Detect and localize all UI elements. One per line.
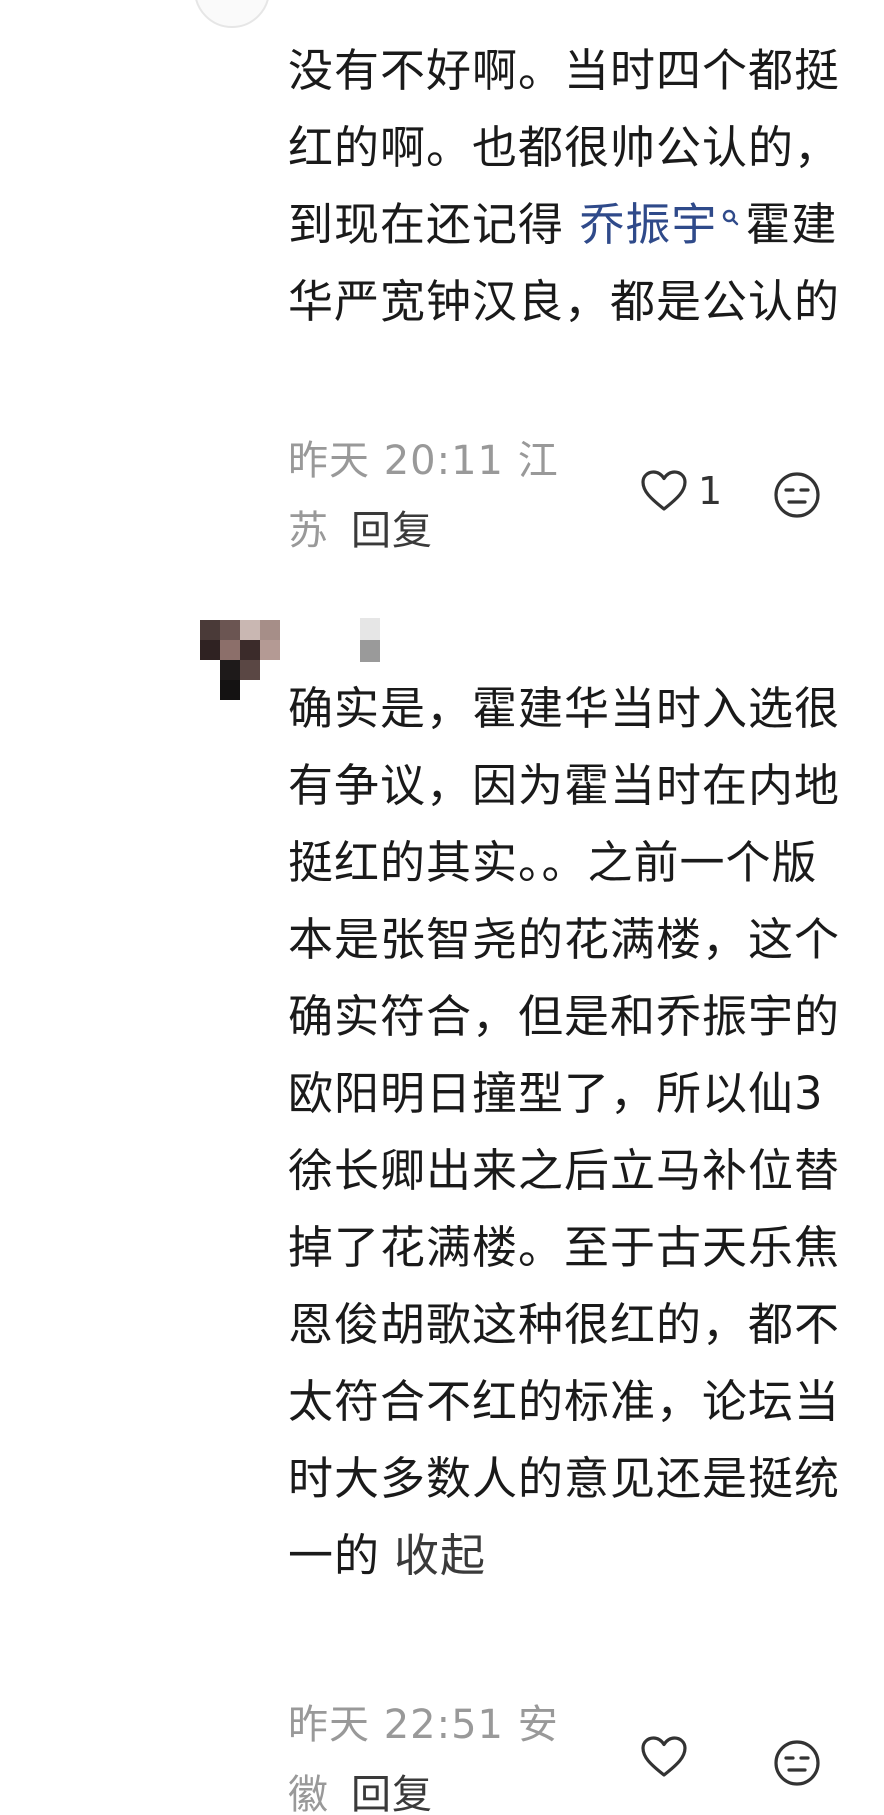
comment-meta: 昨天 20:11 江苏 回复 xyxy=(288,426,588,566)
comment-time: 昨天 22:51 xyxy=(288,1702,504,1748)
avatar[interactable] xyxy=(200,620,280,700)
comment-time: 昨天 20:11 xyxy=(288,438,504,484)
reply-button[interactable]: 回复 xyxy=(351,1772,433,1815)
neutral-face-icon xyxy=(774,1740,820,1786)
search-icon[interactable] xyxy=(721,208,739,226)
reply-button[interactable]: 回复 xyxy=(351,508,433,554)
like-count: 1 xyxy=(698,469,723,513)
comment-text-part: 确实是，霍建华当时入选很有争议，因为霍当时在内地挺红的其实。。之前一个版本是张智… xyxy=(288,682,841,1582)
previous-avatar[interactable] xyxy=(194,0,270,28)
emoji-reaction-button[interactable] xyxy=(772,470,822,520)
username[interactable] xyxy=(360,618,380,662)
collapse-button[interactable]: 收起 xyxy=(394,1529,486,1582)
emoji-reaction-button[interactable] xyxy=(772,1738,822,1788)
comment-text: 没有不好啊。当时四个都挺红的啊。也都很帅公认的，到现在还记得 乔振宇 霍建华严宽钟… xyxy=(288,32,848,340)
like-button[interactable] xyxy=(640,1735,698,1779)
keyword-link[interactable]: 乔振宇 xyxy=(579,198,717,251)
comment-text: 确实是，霍建华当时入选很有争议，因为霍当时在内地挺红的其实。。之前一个版本是张智… xyxy=(288,670,848,1594)
heart-outline-icon xyxy=(641,470,687,511)
neutral-face-icon xyxy=(774,472,820,518)
comment-meta: 昨天 22:51 安徽 回复 xyxy=(288,1690,588,1815)
like-button[interactable]: 1 xyxy=(640,468,722,514)
comment-thread-page: 没有不好啊。当时四个都挺红的啊。也都很帅公认的，到现在还记得 乔振宇 霍建华严宽钟… xyxy=(0,0,884,1815)
heart-outline-icon xyxy=(641,1736,687,1777)
